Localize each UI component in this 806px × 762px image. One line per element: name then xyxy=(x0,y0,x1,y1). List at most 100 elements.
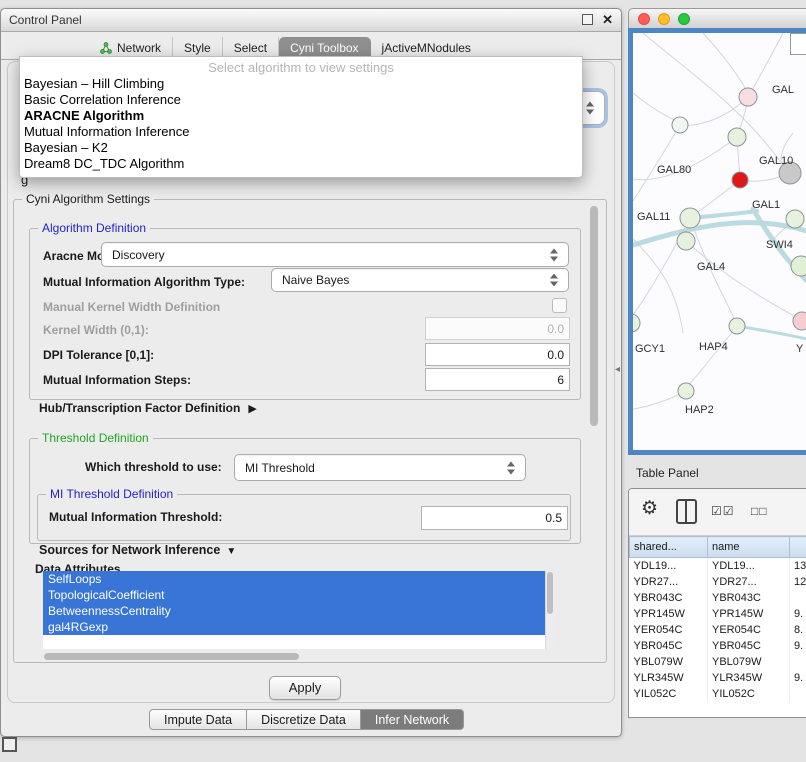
network-node[interactable] xyxy=(633,314,640,332)
network-node[interactable] xyxy=(729,318,745,334)
minimize-traffic-icon[interactable] xyxy=(658,13,670,25)
network-node[interactable] xyxy=(672,117,688,133)
table-cell: YBL079W xyxy=(630,654,708,670)
apply-button[interactable]: Apply xyxy=(269,676,341,700)
manual-kernel-width-checkbox[interactable] xyxy=(552,298,567,313)
table-panel-toolbar: ⚙ ☑☑ □□ xyxy=(629,489,806,536)
tab-label: jActiveMNodules xyxy=(382,41,471,55)
algorithm-option[interactable]: Bayesian – K2 xyxy=(20,140,582,156)
table-row[interactable]: YDR27...YDR27...12 xyxy=(630,574,806,590)
scrollbar-thumb[interactable] xyxy=(547,572,553,614)
birdseye-corner-widget[interactable] xyxy=(790,33,806,55)
settings-vertical-scrollbar[interactable] xyxy=(589,201,600,656)
network-node[interactable] xyxy=(678,383,694,399)
table-cell: YPR145W xyxy=(630,606,708,622)
algorithm-option[interactable]: Basic Correlation Inference xyxy=(20,92,582,108)
network-window-titlebar[interactable] xyxy=(628,8,806,28)
column-selector-icon[interactable] xyxy=(676,499,697,524)
network-node[interactable] xyxy=(677,232,695,250)
algorithm-option[interactable]: Dream8 DC_TDC Algorithm xyxy=(20,156,582,172)
deselect-all-icon[interactable]: □□ xyxy=(751,504,768,518)
network-node[interactable] xyxy=(739,88,757,106)
table-row[interactable]: YBR045CYBR045C9. xyxy=(630,638,806,654)
tab-impute-data[interactable]: Impute Data xyxy=(149,709,247,730)
table-cell: 9. xyxy=(790,638,806,654)
combo-value: Discovery xyxy=(112,248,165,262)
attributes-scrollbar[interactable] xyxy=(545,571,555,649)
scrollbar-thumb[interactable] xyxy=(590,206,598,426)
attribute-item[interactable]: BetweennessCentrality xyxy=(43,603,546,619)
network-node-label: GAL4 xyxy=(697,261,725,273)
select-all-icon[interactable]: ☑☑ xyxy=(711,504,735,518)
tab-label: Network xyxy=(117,41,161,55)
mi-algorithm-type-label: Mutual Information Algorithm Type: xyxy=(43,275,245,289)
aracne-mode-combobox[interactable]: Discovery xyxy=(101,242,569,267)
network-node[interactable] xyxy=(786,210,804,228)
network-node[interactable] xyxy=(793,312,806,330)
mi-algorithm-type-combobox[interactable]: Naive Bayes xyxy=(271,268,569,292)
bottom-tab-bar: Impute Data Discretize Data Infer Networ… xyxy=(149,709,464,730)
table-body: YDL19...YDL19...13YDR27...YDR27...12YBR0… xyxy=(630,558,806,703)
gear-icon[interactable]: ⚙ xyxy=(641,497,658,520)
zoom-traffic-icon[interactable] xyxy=(678,13,690,25)
network-node[interactable] xyxy=(728,128,746,146)
dpi-tolerance-field[interactable]: 0.0 xyxy=(425,343,570,366)
kernel-width-field[interactable]: 0.0 xyxy=(425,317,570,340)
group-title: Cyni Algorithm Settings xyxy=(22,192,154,206)
combo-arrows-icon xyxy=(550,274,558,287)
scrollbar-thumb[interactable] xyxy=(44,653,299,660)
table-cell: 13 xyxy=(790,558,806,575)
mi-steps-field[interactable]: 6 xyxy=(425,368,570,391)
network-node[interactable] xyxy=(732,172,748,188)
expand-arrow-icon: ▶ xyxy=(248,403,256,415)
algorithm-option[interactable]: Bayesian – Hill Climbing xyxy=(20,76,582,92)
table-row[interactable]: YBL079WYBL079W xyxy=(630,654,806,670)
mi-threshold-label: Mutual Information Threshold: xyxy=(49,510,222,524)
tab-label: Style xyxy=(184,41,211,55)
column-header[interactable]: shared... xyxy=(630,537,708,558)
algorithm-dropdown: Select algorithm to view settings Bayesi… xyxy=(19,56,583,178)
tab-discretize-data[interactable]: Discretize Data xyxy=(247,709,361,730)
column-header[interactable]: name xyxy=(708,537,790,558)
tab-infer-network[interactable]: Infer Network xyxy=(361,709,464,730)
control-panel-titlebar[interactable]: Control Panel ✕ xyxy=(1,9,621,32)
which-threshold-combobox[interactable]: MI Threshold xyxy=(234,454,526,481)
hub-definition-expander[interactable]: Hub/Transcription Factor Definition▶ xyxy=(39,401,257,415)
algorithm-option[interactable]: ARACNE Algorithm xyxy=(20,108,582,124)
network-node-label: SWI4 xyxy=(766,239,793,251)
attribute-item[interactable]: TopologicalCoefficient xyxy=(43,587,546,603)
table-row[interactable]: YDL19...YDL19...13 xyxy=(630,558,806,575)
tab-label: Cyni Toolbox xyxy=(290,41,358,55)
table-row[interactable]: YER054CYER054C8. xyxy=(630,622,806,638)
splitter-collapse-icon[interactable]: ◂ xyxy=(615,364,620,375)
data-attributes-listbox: SelfLoopsTopologicalCoefficientBetweenne… xyxy=(43,571,555,649)
dpi-tolerance-label: DPI Tolerance [0,1]: xyxy=(43,348,154,362)
network-node[interactable] xyxy=(680,208,700,228)
restore-panel-icon[interactable] xyxy=(2,737,17,752)
algorithm-option[interactable]: Mutual Information Inference xyxy=(20,124,582,140)
sources-expander[interactable]: Sources for Network Inference▼ xyxy=(39,543,236,557)
attribute-item[interactable]: SelfLoops xyxy=(43,571,546,587)
table-row[interactable]: YBR043CYBR043C xyxy=(630,590,806,606)
settings-horizontal-scrollbar[interactable] xyxy=(43,652,584,661)
network-canvas[interactable]: GALGAL80GAL10GAL11GAL1SWI4GAL4GCY1HAP4YH… xyxy=(628,28,806,455)
table-cell: 8. xyxy=(790,622,806,638)
float-window-icon[interactable] xyxy=(582,14,593,25)
table-row[interactable]: YPR145WYPR145W9. xyxy=(630,606,806,622)
mi-threshold-field[interactable]: 0.5 xyxy=(421,506,568,530)
close-traffic-icon[interactable] xyxy=(638,13,650,25)
column-header[interactable] xyxy=(790,537,806,558)
close-icon[interactable]: ✕ xyxy=(602,13,613,26)
table-row[interactable]: YIL052CYIL052C xyxy=(630,686,806,702)
table-cell xyxy=(790,590,806,606)
table-cell xyxy=(790,654,806,670)
attribute-item[interactable]: gal4RGexp xyxy=(43,619,546,635)
group-title: MI Threshold Definition xyxy=(46,487,177,501)
algorithm-dropdown-list: Bayesian – Hill ClimbingBasic Correlatio… xyxy=(20,76,582,172)
table-cell: YLR345W xyxy=(630,670,708,686)
table-cell: YBR045C xyxy=(708,638,790,654)
table-cell: YDR27... xyxy=(708,574,790,590)
table-row[interactable]: YLR345WYLR345W9. xyxy=(630,670,806,686)
network-node[interactable] xyxy=(791,256,806,276)
sources-label: Sources for Network Inference xyxy=(39,543,220,557)
